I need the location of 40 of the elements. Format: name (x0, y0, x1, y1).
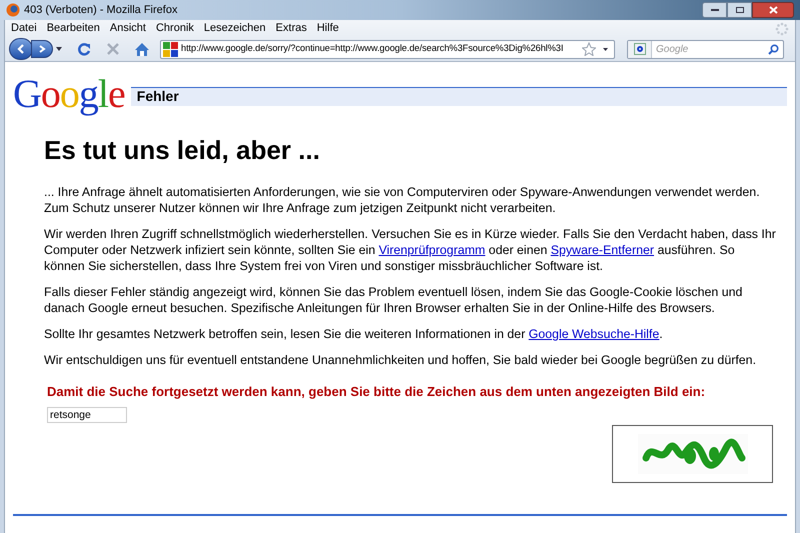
captcha-prompt: Damit die Suche fortgesetzt werden kann, geben Sie bitte die Zeichen aus dem unten angezeigten Bild ein: (47, 383, 706, 401)
menu-item[interactable]: Chronik (156, 20, 194, 37)
menu-item[interactable]: Extras (276, 20, 307, 37)
menu-item[interactable]: Lesezeichen (204, 20, 266, 37)
back-button[interactable] (9, 38, 33, 60)
menu-item[interactable]: Datei (11, 20, 37, 37)
paragraph: Wir entschuldigen uns für eventuell entstandene Unannehmlichkeiten und hoffen, Sie bald wieder bei Google begrüßen zu dürfen. (44, 352, 758, 368)
menu-item[interactable]: Hilfe (316, 20, 339, 37)
dropdown-icon[interactable] (56, 47, 62, 51)
home-icon[interactable] (134, 42, 150, 56)
forward-button[interactable] (31, 40, 53, 58)
link[interactable]: Spyware-Entferner (550, 243, 654, 257)
search-field[interactable]: Google (627, 40, 784, 58)
close-icon (768, 6, 778, 14)
maximize-button[interactable] (727, 2, 752, 18)
captcha-field[interactable]: retsonge (47, 406, 127, 422)
link[interactable]: Virenprüfprogramm (378, 243, 486, 257)
minimize-button[interactable] (702, 2, 727, 18)
logo: Google (13, 74, 125, 114)
reload-icon[interactable] (76, 41, 92, 57)
search-input[interactable]: Google (652, 42, 768, 56)
paragraph: Falls dieser Fehler ständig angezeigt wird, können Sie das Problem eventuell lösen, indem Sie das Google-Cookie löschen und danach Google erneut besuchen. Spezifische Anleitungen für Ihren Browser erhalten Sie in der Online-Hilfe des Browsers. (44, 284, 744, 316)
window-title: 403 (Verboten) - Mozilla Firefox (24, 2, 178, 18)
site-icon (163, 42, 178, 56)
menu-item[interactable]: Bearbeiten (46, 20, 100, 37)
search-engine-icon[interactable] (634, 43, 646, 55)
star-icon[interactable] (582, 42, 596, 56)
page-heading: Es tut uns leid, aber ... (44, 134, 321, 167)
link[interactable]: Google Websuche-Hilfe (528, 327, 660, 341)
address-field[interactable]: http://www.google.de/sorry/?continue=http://www.google.de/search%3Fsource%3Dig%26hl%3I (160, 40, 615, 58)
throbber-icon (775, 22, 789, 36)
menu-item[interactable]: Ansicht (110, 20, 146, 37)
paragraph: Wir werden Ihren Zugriff schnellstmöglich wiederherstellen. Versuchen Sie es in Kürze wieder. Falls Sie den Verdacht haben, dass Ihr Computer oder Netzwerk infiziert sein könnte, sollten Sie ein Virenprüfprogramm oder einen Spyware-Entferner ausführen. So können Sie sicherstellen, dass Ihre System frei von Viren und sonstiger missbräuchlicher Software ist. (44, 226, 777, 274)
close-button[interactable] (752, 2, 794, 18)
paragraph: Sollte Ihr gesamtes Netzwerk betroffen sein, lesen Sie die weiteren Informationen in der Google Websuche-Hilfe. (44, 326, 664, 342)
firefox-icon (6, 3, 20, 17)
dropdown-icon[interactable] (603, 48, 608, 50)
search-icon[interactable] (768, 44, 779, 54)
header-bar: Fehler (130, 86, 787, 106)
paragraph: ... Ihre Anfrage ähnelt automatisierten Anforderungen, wie sie von Computerviren oder Spyware-Anwendungen verwendet werden. Zum Schutz unserer Nutzer können wir Ihre Anfrage zum jetzigen Zeitpunkt nicht verarbeiten. (44, 184, 761, 216)
